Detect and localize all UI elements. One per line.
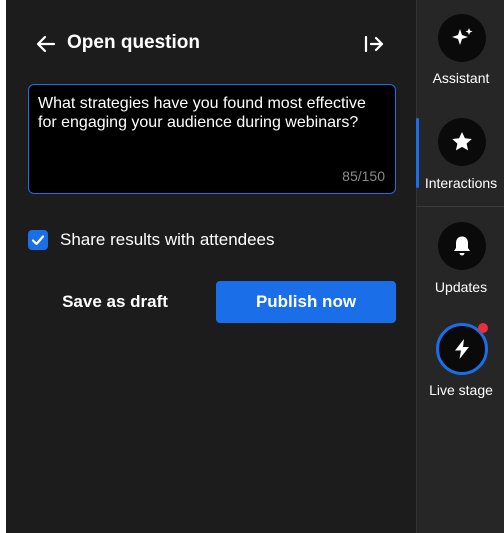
checkmark-icon xyxy=(31,235,45,246)
sparkle-icon xyxy=(452,28,473,45)
back-button[interactable] xyxy=(32,30,60,58)
lightning-icon xyxy=(455,339,469,359)
question-textarea[interactable]: What strategies have you found most effe… xyxy=(38,94,388,164)
share-results-checkbox-row[interactable]: Share results with attendees xyxy=(28,229,275,251)
assistant-icon-circle xyxy=(438,14,486,62)
share-results-checkbox[interactable] xyxy=(28,230,48,250)
rail-item-interactions[interactable]: Interactions xyxy=(417,112,504,208)
notification-dot xyxy=(478,323,488,333)
rail-item-updates[interactable]: Updates xyxy=(417,216,504,312)
side-rail: Assistant Interactions Updates Live stag… xyxy=(416,0,504,533)
rail-item-assistant[interactable]: Assistant xyxy=(417,10,504,106)
panel-header: Open question xyxy=(6,22,416,66)
app-window: Open question What strategies have you f… xyxy=(6,0,504,533)
question-input-box: What strategies have you found most effe… xyxy=(28,84,396,194)
publish-now-button[interactable]: Publish now xyxy=(216,281,396,323)
panel-title: Open question xyxy=(67,32,200,53)
rail-label-live-stage[interactable]: Live stage xyxy=(417,382,504,398)
character-counter: 85/150 xyxy=(342,168,385,184)
collapse-right-icon xyxy=(364,35,384,53)
interactions-icon-circle xyxy=(438,118,486,166)
star-icon xyxy=(452,132,472,151)
save-as-draft-button[interactable]: Save as draft xyxy=(40,281,190,323)
rail-label-assistant: Assistant xyxy=(432,70,490,86)
rail-divider xyxy=(417,206,504,207)
rail-label-interactions: Interactions xyxy=(424,175,498,191)
rail-label-updates: Updates xyxy=(434,279,488,295)
updates-icon-circle xyxy=(438,222,486,270)
collapse-panel-button[interactable] xyxy=(360,30,388,58)
bell-icon xyxy=(454,236,470,256)
arrow-left-icon xyxy=(36,35,56,53)
share-results-label: Share results with attendees xyxy=(60,230,275,249)
open-question-panel: Open question What strategies have you f… xyxy=(6,0,416,533)
